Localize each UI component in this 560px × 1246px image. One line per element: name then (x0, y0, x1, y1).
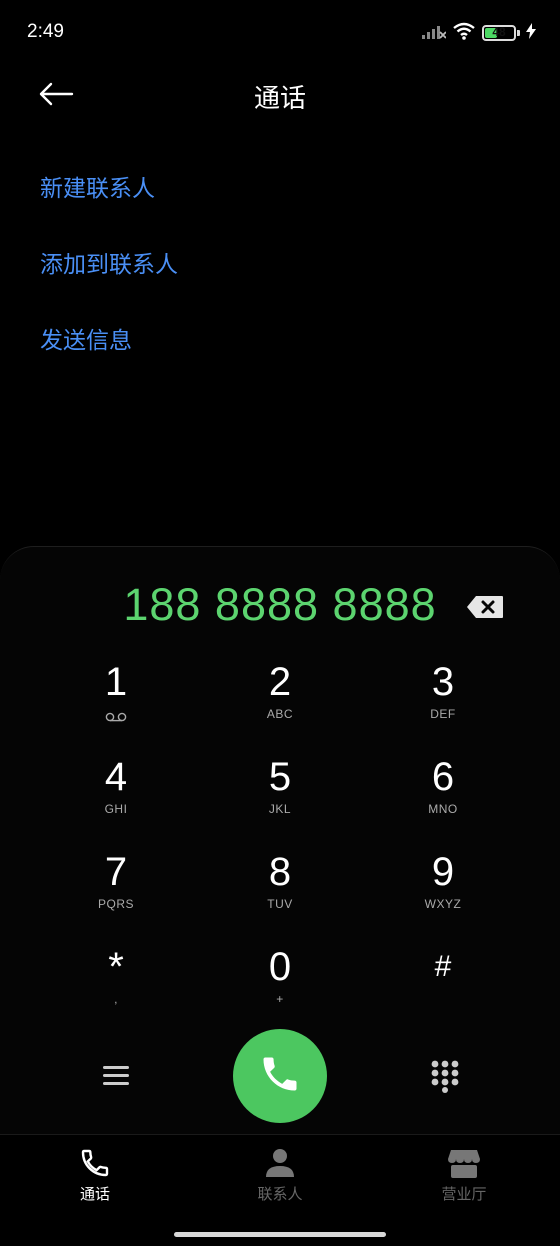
tab-contacts-label: 联系人 (257, 1185, 303, 1203)
voicemail-icon (56, 707, 176, 726)
key-letters: GHI (104, 802, 128, 816)
key-letters: TUV (267, 897, 293, 911)
wifi-icon (452, 22, 476, 44)
key-3[interactable]: 3 DEF (383, 659, 503, 745)
home-indicator[interactable] (174, 1232, 386, 1237)
tab-calls-label: 通话 (79, 1185, 110, 1203)
key-letters: DEF (430, 707, 456, 721)
charging-icon (526, 23, 536, 43)
dialer-panel: 188 8888 8888 1 2 ABC 3 DEF 4 GHI 5 JKL … (0, 546, 560, 1134)
dialer-controls (0, 1027, 560, 1127)
person-icon (263, 1147, 297, 1179)
backspace-icon (466, 596, 504, 623)
number-actions: 新建联系人 添加到联系人 发送信息 (40, 166, 178, 394)
key-digit: 9 (431, 850, 455, 894)
key-digit: * (108, 945, 124, 989)
key-letters: , (114, 992, 118, 1006)
key-digit: 6 (431, 755, 455, 799)
key-digit: # (434, 950, 452, 983)
menu-button[interactable] (100, 1059, 132, 1091)
key-2[interactable]: 2 ABC (220, 659, 340, 745)
key-digit: 7 (104, 850, 128, 894)
key-star[interactable]: * , (56, 944, 176, 1030)
key-7[interactable]: 7 PQRS (56, 849, 176, 935)
key-digit: 2 (268, 660, 292, 704)
status-time: 2:49 (27, 21, 64, 42)
phone-call-icon (258, 1052, 302, 1100)
key-5[interactable]: 5 JKL (220, 754, 340, 840)
key-letters: MNO (428, 802, 458, 816)
key-digit: 8 (268, 850, 292, 894)
key-letters: + (276, 992, 284, 1006)
key-hash[interactable]: # (383, 944, 503, 1030)
key-1[interactable]: 1 (56, 659, 176, 745)
battery-body: 48 (482, 25, 516, 41)
bottom-nav: 通话 联系人 营业厅 (0, 1134, 560, 1246)
phone-screen: 2:49 48 通话 新建联系人 添加到联系人 发送信息 188 8888 88… (0, 0, 560, 1246)
call-button[interactable] (233, 1029, 327, 1123)
tab-calls[interactable]: 通话 (35, 1147, 155, 1204)
signal-off-icon (422, 23, 447, 43)
tab-store-label: 营业厅 (441, 1185, 487, 1203)
page-title: 通话 (253, 84, 306, 114)
add-to-contact-link[interactable]: 添加到联系人 (40, 242, 178, 318)
send-message-link[interactable]: 发送信息 (40, 318, 178, 394)
key-digit: 3 (431, 660, 455, 704)
backspace-button[interactable] (466, 595, 504, 619)
tab-store[interactable]: 营业厅 (404, 1147, 524, 1204)
battery-level: 48 (492, 25, 506, 39)
dialpad-icon (430, 1060, 460, 1097)
app-header: 通话 (0, 68, 560, 122)
key-digit: 4 (104, 755, 128, 799)
status-icons: 48 (422, 22, 536, 44)
key-letters: JKL (268, 802, 292, 816)
key-letters: ABC (266, 707, 294, 721)
key-digit: 5 (268, 755, 292, 799)
key-4[interactable]: 4 GHI (56, 754, 176, 840)
key-letters: WXYZ (424, 897, 462, 911)
key-letters: PQRS (97, 897, 134, 911)
key-digit: 1 (104, 660, 128, 704)
key-6[interactable]: 6 MNO (383, 754, 503, 840)
menu-icon (100, 1066, 132, 1095)
battery-cap (517, 30, 520, 36)
key-8[interactable]: 8 TUV (220, 849, 340, 935)
key-0[interactable]: 0 + (220, 944, 340, 1030)
phone-icon (78, 1147, 112, 1179)
tab-contacts[interactable]: 联系人 (220, 1147, 340, 1204)
store-icon (447, 1147, 481, 1179)
new-contact-link[interactable]: 新建联系人 (40, 166, 178, 242)
battery-icon: 48 (482, 25, 520, 41)
key-digit: 0 (268, 945, 292, 989)
status-bar: 2:49 48 (0, 0, 560, 68)
keypad-toggle-button[interactable] (430, 1059, 460, 1093)
key-9[interactable]: 9 WXYZ (383, 849, 503, 935)
